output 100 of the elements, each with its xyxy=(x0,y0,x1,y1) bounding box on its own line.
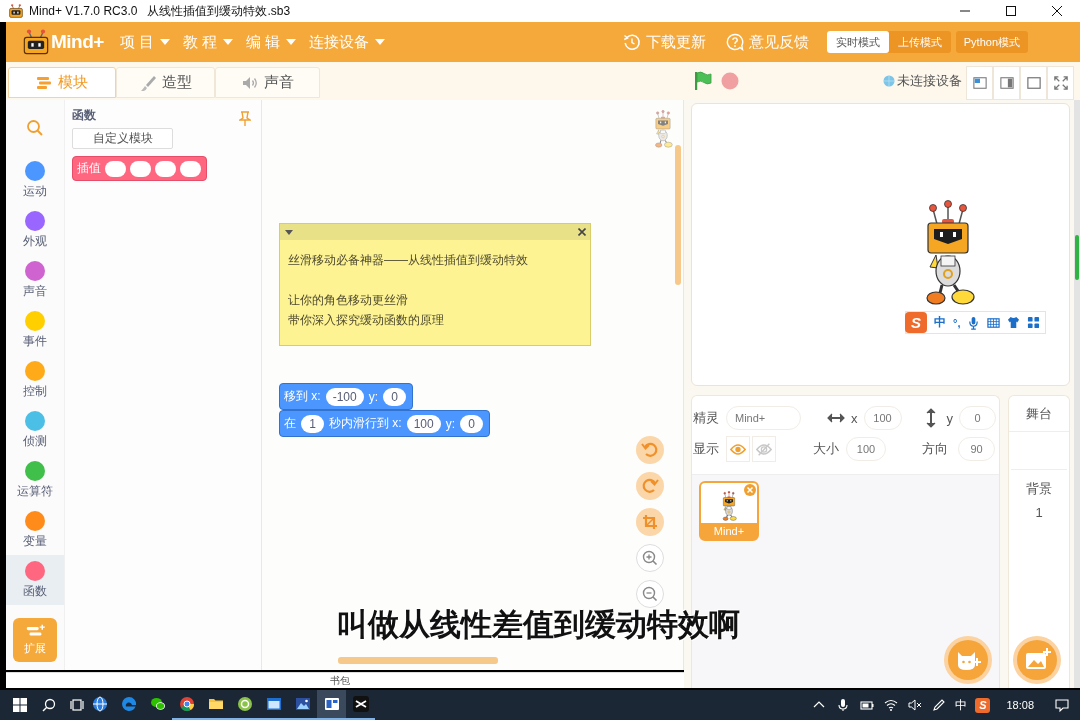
extension-icon xyxy=(25,624,45,639)
start-icon[interactable] xyxy=(13,698,27,712)
clock-icon xyxy=(622,33,641,51)
motion-block[interactable]: 移到 x: -100 y: 0 xyxy=(279,383,414,410)
chat-bubbles-icon xyxy=(149,696,166,712)
block-label: 在 xyxy=(284,415,296,432)
field-label: x xyxy=(851,410,858,426)
flag-icon[interactable] xyxy=(693,71,713,91)
small-stage-icon xyxy=(972,76,987,90)
backpack-button[interactable]: 书包 xyxy=(6,672,684,688)
robot-icon xyxy=(8,4,24,18)
stage-title: 舞台 xyxy=(1009,396,1069,432)
status-dot-icon xyxy=(883,75,895,87)
scrollbar-thumb[interactable] xyxy=(1075,235,1079,280)
browser-icon xyxy=(120,696,137,712)
category-button[interactable]: 侦测 xyxy=(6,405,64,455)
comment-text: 丝滑移动必备神器——从线性插值到缓动特效 xyxy=(288,252,529,269)
zoom-out-icon[interactable] xyxy=(636,580,664,608)
crop-icon[interactable] xyxy=(636,508,664,536)
caret-icon xyxy=(375,39,386,45)
block-input[interactable]: -100 xyxy=(325,387,364,406)
redo-icon[interactable] xyxy=(636,472,664,500)
category-button[interactable]: 声音 xyxy=(6,255,64,305)
vertical-scrollbar[interactable] xyxy=(675,145,681,285)
category-button[interactable]: 函数 xyxy=(6,555,64,605)
task-view-icon[interactable] xyxy=(70,698,84,712)
browser-icon xyxy=(178,696,195,712)
normal-stage-icon xyxy=(999,76,1014,90)
block-input[interactable] xyxy=(155,160,176,177)
fullscreen-button[interactable] xyxy=(1047,66,1074,100)
small-stage-button[interactable] xyxy=(966,66,993,100)
window-icon xyxy=(323,696,340,712)
field-label: y xyxy=(946,410,953,426)
eye-slash-icon xyxy=(756,442,772,456)
keyboard-icon[interactable] xyxy=(987,315,1001,330)
comment-text: 让你的角色移动更丝滑 带你深入探究缓动函数的原理 xyxy=(288,292,445,329)
category-button[interactable]: 运算符 xyxy=(6,455,64,505)
block-input[interactable]: 0 xyxy=(383,387,407,406)
category-button[interactable]: 运动 xyxy=(6,155,64,205)
block-input[interactable]: 0 xyxy=(460,414,484,433)
ring-icon xyxy=(236,696,253,712)
volume-muted-icon[interactable] xyxy=(907,697,924,713)
comment-note[interactable]: 丝滑移动必备神器——从线性插值到缓动特效 让你的角色移动更丝滑 带你深入探究缓动函数的原理 xyxy=(279,223,591,346)
taskbar-app[interactable] xyxy=(317,690,346,720)
notification-icon[interactable] xyxy=(1054,697,1070,713)
block-label: 移到 x: xyxy=(284,388,321,405)
motion-block[interactable]: 在 1 秒内滑行到 x: 100 y: 0 xyxy=(279,410,491,437)
maximize-icon xyxy=(1006,6,1016,16)
vertical-arrow-icon xyxy=(925,408,936,428)
sprite-name-label: Mind+ xyxy=(701,523,757,539)
block-label: y: xyxy=(445,416,456,431)
make-block-button[interactable]: 自定义模块 xyxy=(72,128,173,149)
editor-tab[interactable]: 造型 xyxy=(116,67,215,98)
block-input[interactable]: 100 xyxy=(406,414,441,433)
logo-text: Mind+ xyxy=(51,31,104,53)
robot-icon xyxy=(721,491,737,521)
caret-icon xyxy=(286,39,297,45)
category-button[interactable]: 外观 xyxy=(6,205,64,255)
ime-indicator[interactable]: 中 xyxy=(955,696,968,714)
category-button[interactable]: 变量 xyxy=(6,505,64,555)
close-icon[interactable] xyxy=(578,228,586,236)
backdrop-count: 1 xyxy=(1034,505,1044,520)
horizontal-scrollbar[interactable] xyxy=(338,657,498,664)
shirt-icon[interactable] xyxy=(1007,315,1021,330)
field-label: 大小 xyxy=(813,440,839,458)
caret-icon xyxy=(160,39,171,45)
block-input[interactable] xyxy=(105,160,126,177)
search-icon[interactable] xyxy=(42,698,56,712)
mode-option[interactable]: 实时模式 xyxy=(826,31,889,53)
caret-icon[interactable] xyxy=(285,229,293,235)
language-toggle[interactable]: 中 xyxy=(934,314,946,331)
punctuation-toggle[interactable]: °, xyxy=(953,316,961,329)
large-stage-button[interactable] xyxy=(1020,66,1047,100)
grid-icon[interactable] xyxy=(1027,315,1041,330)
robot-icon xyxy=(653,110,673,148)
block-label: 秒内滑行到 x: xyxy=(329,415,402,432)
close-icon xyxy=(1052,6,1062,16)
connection-button[interactable]: 未连接设备 xyxy=(883,72,962,90)
globe-icon xyxy=(91,696,108,712)
category-button[interactable]: 控制 xyxy=(6,355,64,405)
block-input[interactable] xyxy=(130,160,151,177)
caret-icon xyxy=(223,39,234,45)
backdrops-label: 背景 xyxy=(1025,480,1053,498)
block-label: y: xyxy=(368,389,379,404)
block-input[interactable] xyxy=(180,160,201,177)
zoom-in-icon[interactable] xyxy=(636,544,664,572)
clock-time[interactable]: 18:08 xyxy=(1006,699,1034,711)
wifi-icon[interactable] xyxy=(883,697,900,713)
cross-icon xyxy=(352,696,369,712)
editor-tab[interactable]: 声音 xyxy=(215,67,320,98)
block-input[interactable]: 1 xyxy=(301,414,324,433)
undo-icon[interactable] xyxy=(636,436,664,464)
fullscreen-icon xyxy=(1053,76,1068,90)
window-icon xyxy=(265,696,282,712)
normal-stage-button[interactable] xyxy=(993,66,1020,100)
field-label: 精灵 xyxy=(693,409,720,427)
robot-logo-icon xyxy=(22,29,50,55)
block-label: 插值 xyxy=(77,160,101,177)
blocks-icon xyxy=(36,74,52,91)
category-button[interactable]: 事件 xyxy=(6,305,64,355)
